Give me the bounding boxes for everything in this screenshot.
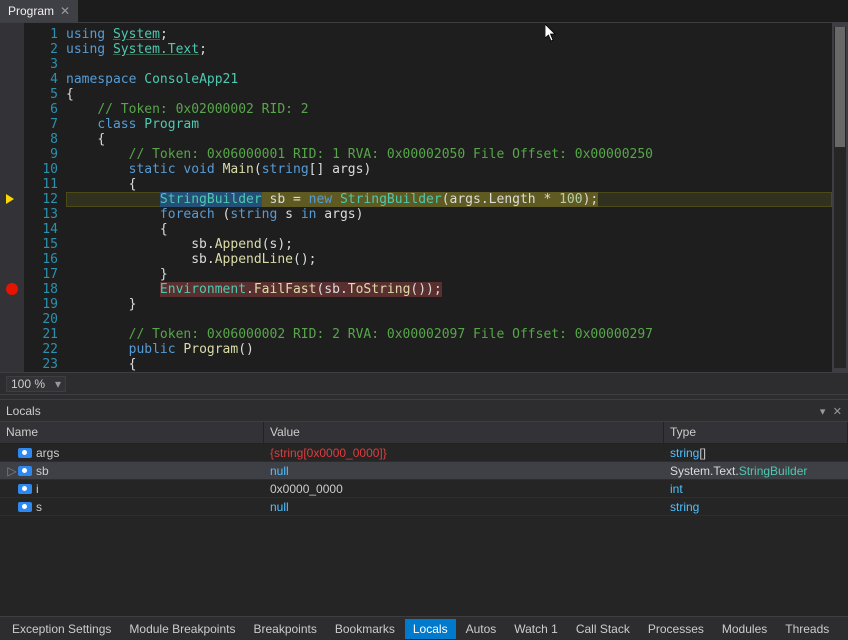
locals-row[interactable]: ▷ sb nullSystem.Text.StringBuilder [0, 462, 848, 480]
code-line[interactable]: namespace ConsoleApp21 [66, 72, 848, 87]
code-line[interactable]: // Token: 0x06000002 RID: 2 RVA: 0x00002… [66, 327, 848, 342]
var-name: sb [36, 464, 49, 478]
code-line[interactable]: foreach (string s in args) [66, 207, 848, 222]
bottom-tab[interactable]: Exception Settings [4, 619, 119, 639]
locals-row[interactable]: args {string[0x0000_0000]}string[] [0, 444, 848, 462]
code-editor[interactable]: 1234567891011121314151617181920212223 us… [0, 23, 848, 372]
code-line[interactable]: sb.AppendLine(); [66, 252, 848, 267]
locals-grid-header: Name Value Type [0, 422, 848, 444]
var-type: string [664, 499, 848, 515]
bottom-tab[interactable]: Breakpoints [245, 619, 324, 639]
zoom-bar: 100 % [0, 372, 848, 394]
code-line[interactable]: { [66, 87, 848, 102]
bottom-tab[interactable]: Watch 1 [506, 619, 566, 639]
code-line[interactable]: } [66, 297, 848, 312]
code-line[interactable]: { [66, 357, 848, 372]
bottom-tabstrip: Exception SettingsModule BreakpointsBrea… [0, 616, 848, 640]
code-line[interactable]: static void Main(string[] args) [66, 162, 848, 177]
var-type: System.Text.StringBuilder [664, 463, 848, 479]
var-name: args [36, 446, 59, 460]
line-number-gutter: 1234567891011121314151617181920212223 [24, 23, 66, 372]
bottom-tab[interactable]: Call Stack [568, 619, 638, 639]
locals-row[interactable]: s nullstring [0, 498, 848, 516]
variable-icon [18, 448, 32, 458]
var-value[interactable]: {string[0x0000_0000]} [264, 445, 664, 461]
locals-panel: Locals ▾ ✕ Name Value Type args {string[0… [0, 400, 848, 616]
code-line[interactable]: } [66, 267, 848, 282]
code-line[interactable] [66, 57, 848, 72]
var-name: i [36, 482, 39, 496]
breakpoint-icon[interactable] [6, 283, 18, 295]
locals-grid-body: args {string[0x0000_0000]}string[] ▷ sb null… [0, 444, 848, 616]
variable-icon [18, 484, 32, 494]
code-line[interactable]: // Token: 0x02000002 RID: 2 [66, 102, 848, 117]
bottom-tab[interactable]: Autos [458, 619, 505, 639]
code-line[interactable]: public Program() [66, 342, 848, 357]
code-line[interactable]: using System; [66, 27, 848, 42]
bottom-tab[interactable]: Locals [405, 619, 456, 639]
bottom-tab[interactable]: Threads [777, 619, 837, 639]
vertical-scrollbar[interactable] [832, 23, 848, 372]
bottom-tab[interactable]: Modules [714, 619, 775, 639]
locals-row[interactable]: i 0x0000_0000int [0, 480, 848, 498]
panel-title-label: Locals [6, 404, 41, 418]
pin-icon[interactable]: ▾ [820, 406, 826, 418]
var-value[interactable]: null [264, 463, 664, 479]
code-line[interactable]: sb.Append(s); [66, 237, 848, 252]
var-value[interactable]: 0x0000_0000 [264, 481, 664, 497]
expander-icon[interactable]: ▷ [6, 464, 18, 478]
code-line[interactable]: using System.Text; [66, 42, 848, 57]
header-type[interactable]: Type [664, 422, 848, 443]
tab-label: Program [8, 4, 54, 18]
code-line[interactable]: class Program [66, 117, 848, 132]
code-area[interactable]: using System;using System.Text; namespace… [66, 23, 848, 372]
bottom-tab[interactable]: Processes [640, 619, 712, 639]
var-name: s [36, 500, 42, 514]
code-line[interactable]: // Token: 0x06000001 RID: 1 RVA: 0x00002… [66, 147, 848, 162]
zoom-combo[interactable]: 100 % [6, 376, 66, 392]
close-panel-icon[interactable]: ✕ [833, 406, 842, 418]
header-name[interactable]: Name [0, 422, 264, 443]
code-line[interactable]: Environment.FailFast(sb.ToString()); [66, 282, 848, 297]
code-line[interactable] [66, 312, 848, 327]
var-value[interactable]: null [264, 499, 664, 515]
code-line[interactable]: { [66, 177, 848, 192]
var-type: string[] [664, 445, 848, 461]
var-type: int [664, 481, 848, 497]
bottom-tab[interactable]: Module Breakpoints [121, 619, 243, 639]
code-line[interactable]: { [66, 132, 848, 147]
close-icon[interactable]: ✕ [60, 4, 70, 18]
glyph-margin [0, 23, 24, 372]
bottom-tab[interactable]: Memory 1 [839, 619, 848, 639]
code-line[interactable]: { [66, 222, 848, 237]
editor-tab[interactable]: Program ✕ [0, 0, 78, 22]
code-line[interactable]: StringBuilder sb = new StringBuilder(arg… [66, 192, 848, 207]
variable-icon [18, 502, 32, 512]
header-value[interactable]: Value [264, 422, 664, 443]
bottom-tab[interactable]: Bookmarks [327, 619, 403, 639]
execution-pointer-icon [6, 194, 14, 204]
variable-icon [18, 466, 32, 476]
editor-tab-bar: Program ✕ [0, 0, 848, 22]
